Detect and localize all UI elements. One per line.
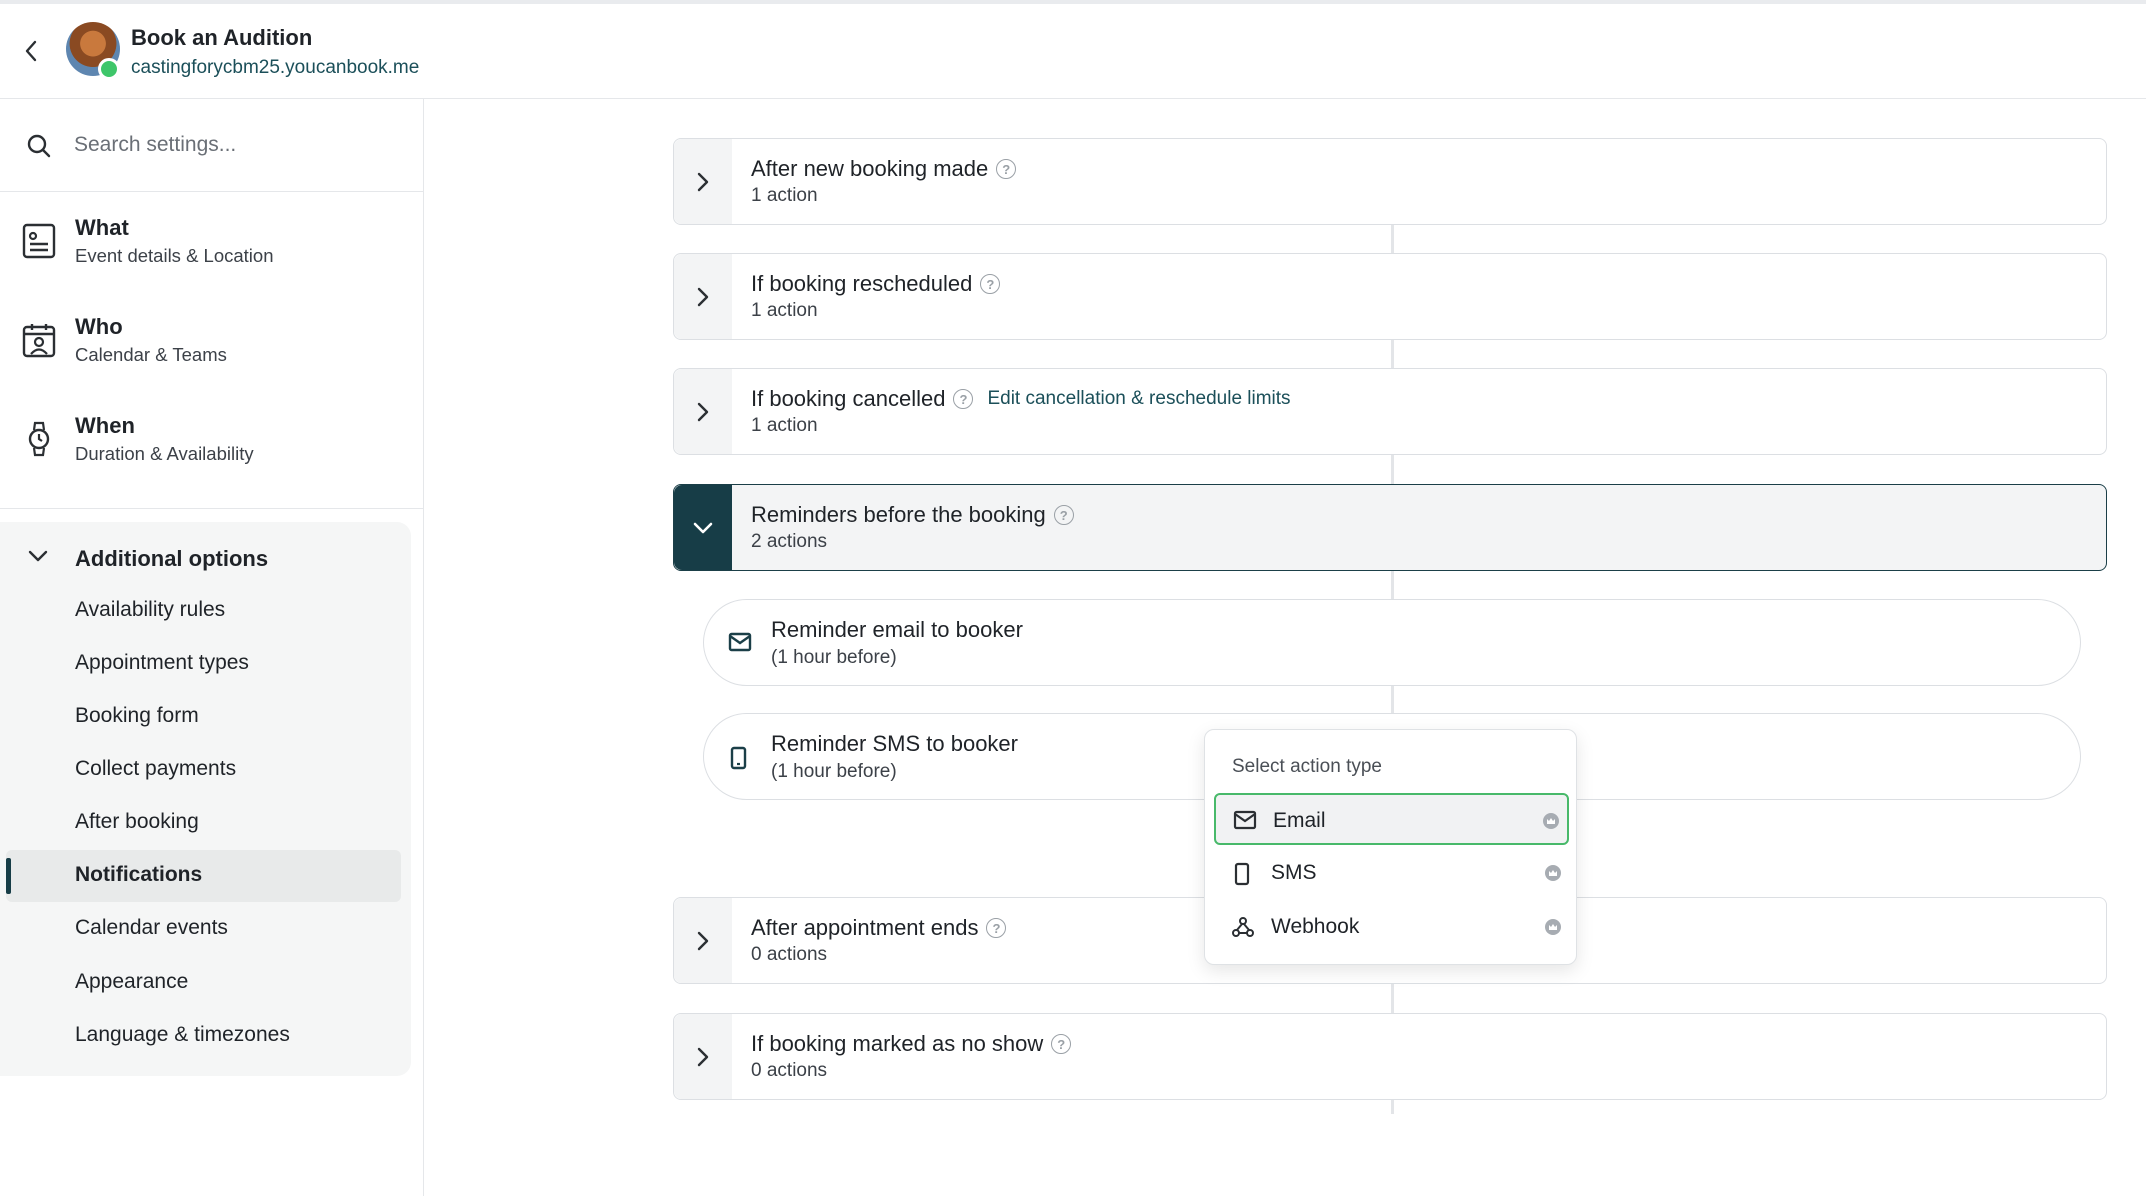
workflow-connector [1391,224,1394,254]
chevron-right-icon [697,172,709,191]
option-label: Email [1273,809,1326,832]
sidebar-item-subtitle: Event details & Location [75,245,274,266]
option-label: SMS [1271,861,1317,884]
edit-cancellation-limits-link[interactable]: Edit cancellation & reschedule limits [987,388,1290,410]
expand-toggle[interactable] [674,254,732,339]
sidebar-item-calendar-events[interactable]: Calendar events [0,903,411,955]
expand-toggle[interactable] [674,139,732,224]
app-header: Book an Audition castingforycbm25.youcan… [0,4,2146,99]
online-status-dot [98,58,120,80]
sidebar-item-title: What [75,215,129,240]
card-action-count: 0 actions [751,1060,828,1081]
chevron-right-icon [697,931,709,950]
dropdown-heading: Select action type [1232,756,1382,777]
sidebar-item-language-timezones[interactable]: Language & timezones [0,1010,411,1062]
form-icon [22,223,56,259]
sidebar-item-appointment-types[interactable]: Appointment types [0,638,411,690]
sidebar-item-notifications[interactable]: Notifications [6,850,401,902]
premium-icon [1545,865,1561,881]
mail-icon [1233,810,1257,830]
premium-icon [1543,813,1559,829]
reminder-timing: (1 hour before) [771,647,897,668]
calendar-person-icon [22,324,56,358]
chevron-down-icon [693,522,713,533]
help-icon[interactable]: ? [980,274,1001,294]
card-action-count: 1 action [751,300,818,321]
card-action-count: 1 action [751,185,818,206]
chevron-right-icon [697,1047,709,1066]
workflow-connector [1391,571,1394,599]
phone-icon [730,746,747,770]
card-title: If booking rescheduled? [751,271,1001,297]
sidebar-item-who[interactable]: Who Calendar & Teams [0,292,423,388]
card-title: After appointment ends? [751,915,1007,941]
main-nav: What Event details & Location Who Calend… [0,193,423,509]
collapse-toggle[interactable] [674,485,732,570]
mail-icon [728,632,752,652]
sidebar-item-booking-form[interactable]: Booking form [0,691,411,743]
action-type-option-email[interactable]: Email [1214,793,1569,845]
search-input[interactable] [74,125,394,165]
workflow-connector [1391,686,1394,714]
card-marked-no-show[interactable]: If booking marked as no show? 0 actions [673,1013,2107,1100]
reminder-email-action[interactable]: Reminder email to booker (1 hour before) [703,599,2081,686]
additional-options-toggle[interactable]: Additional options [0,522,411,592]
expand-toggle[interactable] [674,1014,732,1099]
chevron-right-icon [697,402,709,421]
chevron-down-icon [28,550,48,562]
reminder-timing: (1 hour before) [771,761,897,782]
sidebar-item-availability-rules[interactable]: Availability rules [0,585,411,637]
chevron-right-icon [697,287,709,306]
page-title: Book an Audition [131,25,313,50]
card-title: If booking marked as no show? [751,1031,1072,1057]
sidebar-item-appearance[interactable]: Appearance [0,957,411,1009]
reminder-title: Reminder SMS to booker [771,731,1018,756]
card-reminders-before-booking[interactable]: Reminders before the booking? 2 actions [673,484,2107,571]
help-icon[interactable]: ? [986,918,1007,938]
help-icon[interactable]: ? [953,389,974,409]
sidebar: What Event details & Location Who Calend… [0,99,424,1196]
booking-page-url[interactable]: castingforycbm25.youcanbook.me [131,57,419,79]
expand-toggle[interactable] [674,898,732,983]
additional-options-section: Additional options Availability rules Ap… [0,522,411,1076]
expand-toggle[interactable] [674,369,732,454]
card-after-new-booking[interactable]: After new booking made? 1 action [673,138,2107,225]
sidebar-item-title: Who [75,314,123,339]
additional-options-label: Additional options [75,546,269,571]
card-action-count: 0 actions [751,944,828,965]
help-icon[interactable]: ? [1053,505,1074,525]
reminder-title: Reminder email to booker [771,617,1023,642]
sidebar-item-subtitle: Duration & Availability [75,443,254,464]
action-type-option-sms[interactable]: SMS [1214,847,1569,899]
phone-icon [1234,862,1250,886]
sidebar-item-after-booking[interactable]: After booking [0,797,411,849]
watch-icon [28,421,50,457]
search-bar [0,99,423,192]
workflow-connector [1391,339,1394,369]
card-booking-rescheduled[interactable]: If booking rescheduled? 1 action [673,253,2107,340]
sidebar-item-when[interactable]: When Duration & Availability [0,391,423,487]
notifications-workflow: After new booking made? 1 action If book… [425,99,2146,1196]
sidebar-item-subtitle: Calendar & Teams [75,344,227,365]
search-icon [27,134,51,158]
card-action-count: 1 action [751,415,818,436]
option-label: Webhook [1271,915,1360,938]
action-type-dropdown: Select action type Email SMS Webhook [1204,729,1577,965]
help-icon[interactable]: ? [1051,1034,1072,1054]
sidebar-item-what[interactable]: What Event details & Location [0,193,423,289]
sidebar-item-collect-payments[interactable]: Collect payments [0,744,411,796]
card-title: After new booking made? [751,156,1017,182]
sidebar-item-title: When [75,413,135,438]
webhook-icon [1232,917,1254,937]
action-type-option-webhook[interactable]: Webhook [1214,901,1569,953]
card-title: If booking cancelled? Edit cancellation &… [751,386,1291,411]
premium-icon [1545,919,1561,935]
chevron-left-icon [25,40,37,62]
workflow-connector [1391,455,1394,485]
card-title: Reminders before the booking? [751,502,1074,528]
card-action-count: 2 actions [751,531,828,552]
back-button[interactable] [18,36,44,66]
card-booking-cancelled[interactable]: If booking cancelled? Edit cancellation &… [673,368,2107,455]
help-icon[interactable]: ? [996,159,1017,179]
